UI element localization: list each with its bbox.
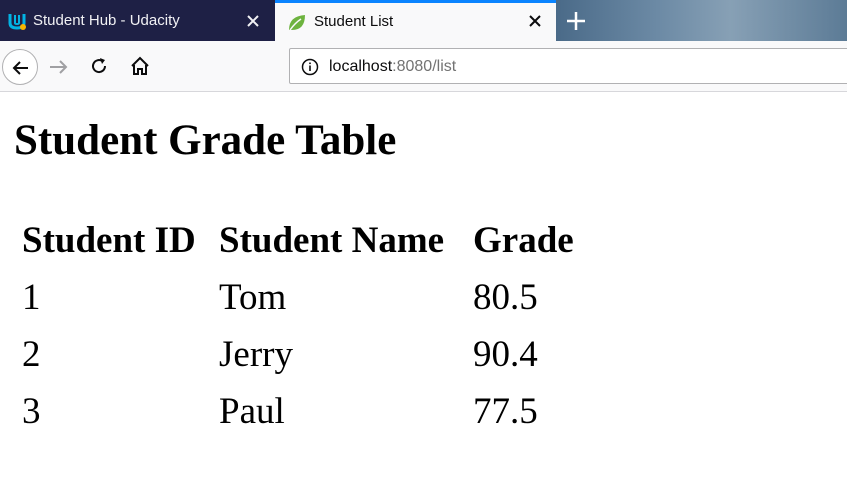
column-header-grade: Grade	[473, 220, 574, 261]
tab-student-list[interactable]: Student List	[275, 0, 556, 41]
info-icon[interactable]	[301, 58, 319, 81]
reload-icon[interactable]	[89, 56, 109, 81]
plus-icon[interactable]	[562, 7, 590, 35]
table-cell-student-name: Paul	[219, 391, 285, 432]
address-bar[interactable]: localhost:8080/list	[289, 48, 847, 84]
column-header-student-id: Student ID	[22, 220, 196, 261]
column-header-student-name: Student Name	[219, 220, 445, 261]
url-port-path: :8080/list	[392, 58, 457, 75]
tab-strip: Student Hub - Udacity Student List	[0, 0, 847, 41]
tab-student-hub[interactable]: Student Hub - Udacity	[0, 0, 275, 41]
close-tab-icon[interactable]	[245, 13, 261, 29]
back-arrow-icon[interactable]	[2, 49, 38, 85]
tab-strip-background	[556, 0, 847, 41]
table-cell-student-name: Tom	[219, 277, 287, 318]
navigation-toolbar: localhost:8080/list	[0, 41, 847, 92]
udacity-logo-icon	[7, 11, 27, 31]
tab-title: Student Hub - Udacity	[33, 12, 180, 29]
table-cell-student-name: Jerry	[219, 334, 293, 375]
table-cell-student-id: 1	[22, 277, 41, 318]
table-cell-grade: 90.4	[473, 334, 538, 375]
tab-title: Student List	[314, 13, 394, 30]
table-cell-grade: 80.5	[473, 277, 538, 318]
spring-leaf-icon	[286, 12, 306, 32]
close-tab-icon[interactable]	[527, 13, 543, 29]
url-host: localhost	[329, 58, 393, 75]
table-cell-grade: 77.5	[473, 391, 538, 432]
page-content: Student Grade Table Student ID Student N…	[0, 92, 847, 501]
table-cell-student-id: 2	[22, 334, 41, 375]
table-cell-student-id: 3	[22, 391, 41, 432]
url-text[interactable]: localhost:8080/list	[329, 58, 456, 76]
page-title: Student Grade Table	[14, 117, 397, 164]
forward-arrow-icon[interactable]	[48, 57, 70, 82]
home-icon[interactable]	[129, 55, 151, 82]
